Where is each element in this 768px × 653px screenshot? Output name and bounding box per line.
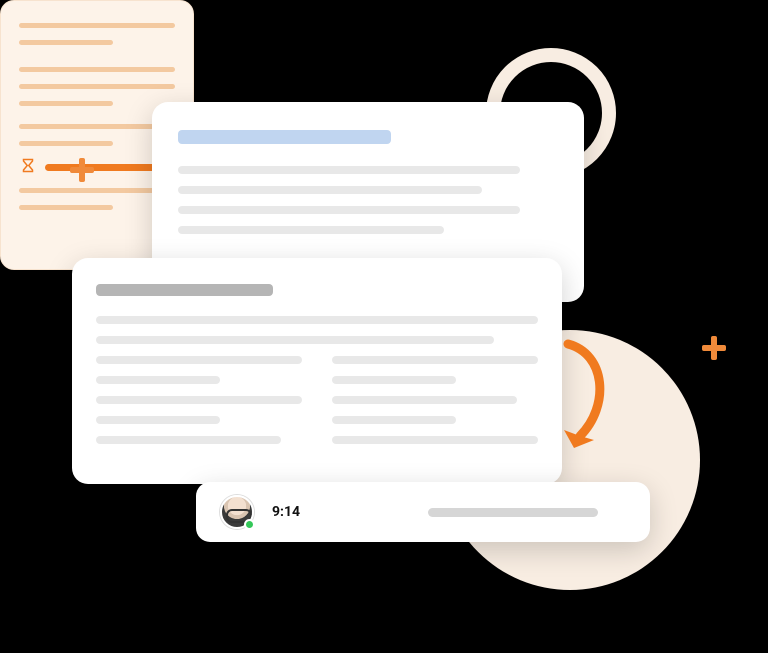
sparkle-icon <box>70 158 94 182</box>
placeholder-line <box>178 130 391 144</box>
placeholder-line <box>332 356 538 364</box>
placeholder-line <box>332 436 538 444</box>
note-line <box>19 40 113 45</box>
presence-dot-icon <box>244 519 255 530</box>
avatar <box>220 495 254 529</box>
note-line <box>19 84 175 89</box>
status-bar-card: 9:14 <box>196 482 650 542</box>
placeholder-line <box>96 396 302 404</box>
time-label: 9:14 <box>272 504 300 520</box>
note-line <box>19 101 113 106</box>
arrow-icon <box>558 336 618 456</box>
placeholder-line <box>332 376 456 384</box>
placeholder-line <box>96 316 538 324</box>
note-line <box>19 67 175 72</box>
document-card-front <box>72 258 562 484</box>
placeholder-line <box>332 396 517 404</box>
placeholder-line <box>96 376 220 384</box>
placeholder-line <box>178 226 444 234</box>
placeholder-line <box>178 186 482 194</box>
placeholder-line <box>96 336 494 344</box>
placeholder-line <box>96 416 220 424</box>
placeholder-line <box>96 356 302 364</box>
illustration-stage: 9:14 <box>0 0 768 653</box>
placeholder-line <box>428 508 598 517</box>
placeholder-line <box>332 416 456 424</box>
note-line <box>19 23 175 28</box>
placeholder-line <box>178 206 520 214</box>
hourglass-icon <box>19 158 37 176</box>
placeholder-line <box>178 166 520 174</box>
placeholder-line <box>96 436 281 444</box>
placeholder-line <box>96 284 273 296</box>
note-line <box>19 141 113 146</box>
note-line <box>19 205 113 210</box>
sparkle-icon <box>702 336 726 360</box>
